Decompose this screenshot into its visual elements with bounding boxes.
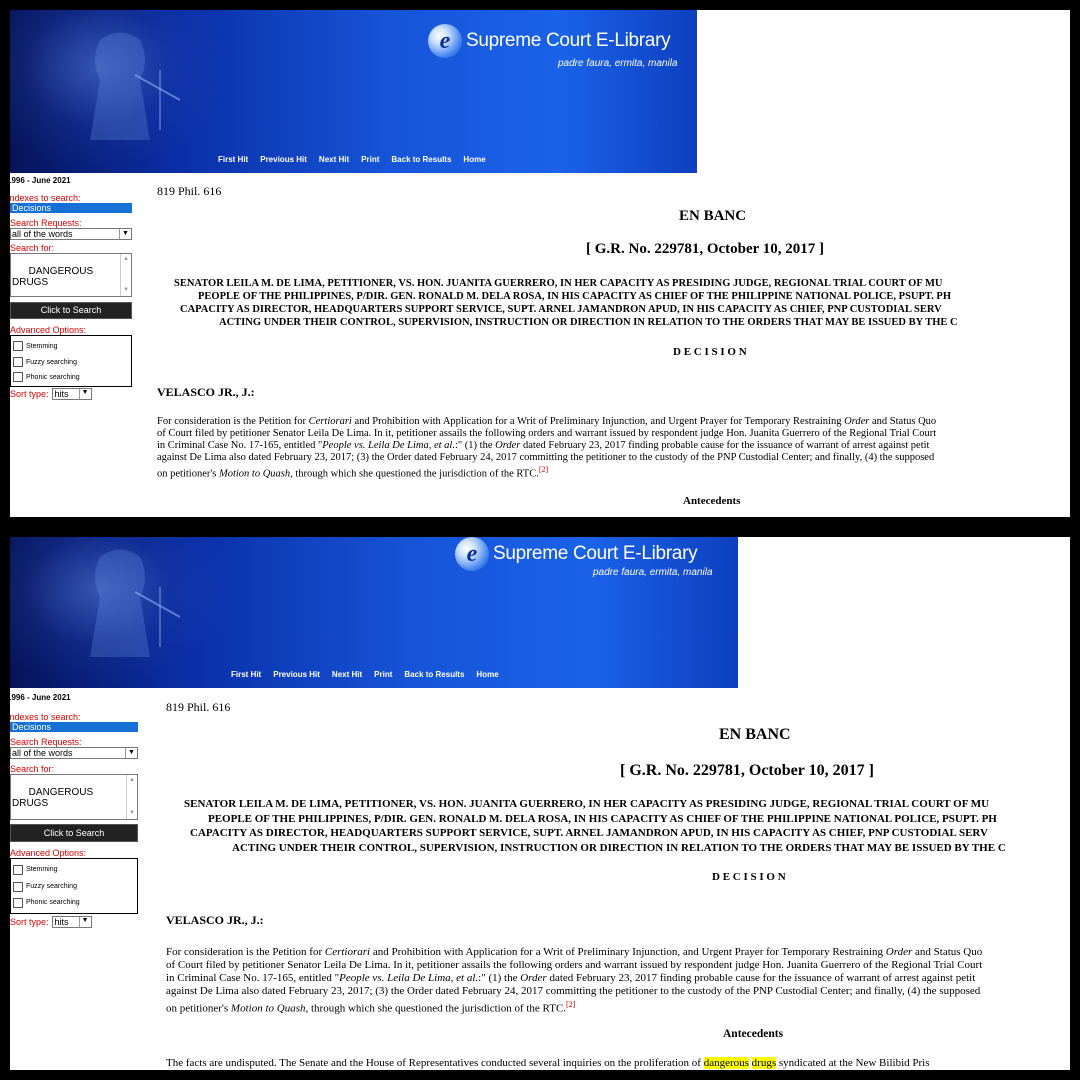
paragraph-line: against De Lima also dated February 23, … xyxy=(157,452,935,463)
antecedents-heading: Antecedents xyxy=(683,495,741,507)
caption-line: SENATOR LEILA M. DE LIMA, PETITIONER, VS… xyxy=(174,278,943,289)
caption-line: ACTING UNDER THEIR CONTROL, SUPERVISION,… xyxy=(232,842,1006,854)
paragraph-line: on petitioner's Motion to Quash, through… xyxy=(157,468,539,480)
paragraph-line: For consideration is the Petition for Ce… xyxy=(157,416,937,427)
caption-line: PEOPLE OF THE PHILIPPINES, P/DIR. GEN. R… xyxy=(208,813,997,825)
ponente: VELASCO JR., J.: xyxy=(166,913,264,927)
decision-document: 819 Phil. 616 EN BANC [ G.R. No. 229781,… xyxy=(10,537,1070,1070)
paragraph-line: of Court filed by petitioner Senator Lei… xyxy=(166,959,983,971)
decision-heading: D E C I S I O N xyxy=(712,871,786,883)
paragraph-line: in Criminal Case No. 17-165, entitled "P… xyxy=(166,972,976,984)
ponente: VELASCO JR., J.: xyxy=(157,385,255,399)
caption-line: CAPACITY AS DIRECTOR, HEADQUARTERS SUPPO… xyxy=(190,827,988,839)
facts-paragraph: The facts are undisputed. The Senate and… xyxy=(166,1057,930,1069)
intro-paragraph: For consideration is the Petition for Ce… xyxy=(166,946,982,1016)
caption-line: PEOPLE OF THE PHILIPPINES, P/DIR. GEN. R… xyxy=(198,291,951,302)
citation: 819 Phil. 616 xyxy=(166,700,231,714)
paragraph-line: in Criminal Case No. 17-165, entitled "P… xyxy=(157,440,930,451)
paragraph-line: on petitioner's Motion to Quash, through… xyxy=(166,1002,567,1015)
screenshot-bottom: e Supreme Court E-Library padre faura, e… xyxy=(10,537,1070,1070)
footnote-link[interactable]: [2] xyxy=(566,1000,575,1009)
facts-text: syndicated at the New Bilibid Pris xyxy=(778,1057,930,1069)
paragraph-line: For consideration is the Petition for Ce… xyxy=(166,946,983,958)
caption-line: SENATOR LEILA M. DE LIMA, PETITIONER, VS… xyxy=(184,798,990,810)
screenshot-top: e Supreme Court E-Library padre faura, e… xyxy=(10,10,1070,517)
search-highlight: dangerous xyxy=(703,1057,749,1069)
division-heading: EN BANC xyxy=(719,726,791,743)
antecedents-heading: Antecedents xyxy=(723,1028,784,1040)
intro-paragraph: For consideration is the Petition for Ce… xyxy=(157,416,936,481)
search-highlight: drugs xyxy=(751,1057,777,1069)
decision-document: 819 Phil. 616 EN BANC [ G.R. No. 229781,… xyxy=(10,10,1070,517)
decision-heading: D E C I S I O N xyxy=(673,346,747,358)
footnote-link[interactable]: [2] xyxy=(539,465,548,474)
division-heading: EN BANC xyxy=(679,208,747,224)
caption-line: ACTING UNDER THEIR CONTROL, SUPERVISION,… xyxy=(219,317,958,328)
caption-line: CAPACITY AS DIRECTOR, HEADQUARTERS SUPPO… xyxy=(180,304,942,315)
facts-text: The facts are undisputed. The Senate and… xyxy=(166,1057,701,1069)
case-number: [ G.R. No. 229781, October 10, 2017 ] xyxy=(620,762,874,779)
case-number: [ G.R. No. 229781, October 10, 2017 ] xyxy=(586,241,825,257)
paragraph-line: against De Lima also dated February 23, … xyxy=(166,985,981,997)
paragraph-line: of Court filed by petitioner Senator Lei… xyxy=(157,428,937,439)
citation: 819 Phil. 616 xyxy=(157,184,222,198)
